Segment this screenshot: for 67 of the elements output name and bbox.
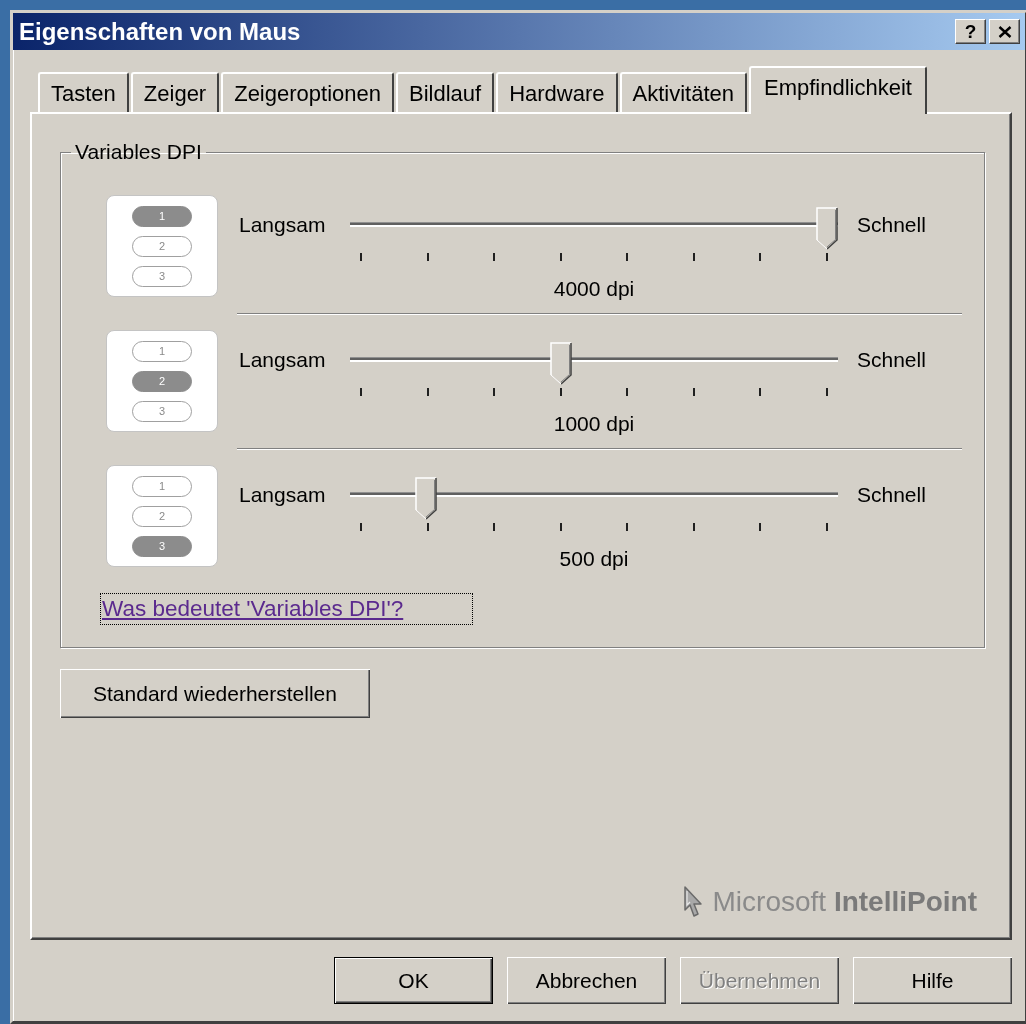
tick-mark — [559, 523, 562, 531]
slider-thumb[interactable] — [550, 342, 573, 385]
help-button[interactable]: ? — [955, 19, 986, 44]
slider-track[interactable] — [350, 342, 838, 385]
slider-max-label: Schnell — [856, 482, 927, 508]
tick-mark — [759, 523, 762, 531]
restore-defaults-button[interactable]: Standard wiederherstellen — [60, 669, 370, 718]
dpi-value-label: 500 dpi — [559, 547, 629, 571]
tab[interactable]: Tasten — [38, 72, 129, 112]
logo-text: Microsoft IntelliPoint — [712, 886, 977, 918]
dialog-button[interactable]: OK — [334, 957, 493, 1004]
dpi-indicator: 1 — [132, 206, 192, 227]
slider-track[interactable] — [350, 477, 838, 520]
dpi-value-label: 1000 dpi — [553, 412, 635, 436]
slider-min-label: Langsam — [238, 482, 327, 508]
slider-thumb[interactable] — [816, 207, 838, 250]
slider-track[interactable] — [350, 207, 838, 250]
tab[interactable]: Empfindlichkeit — [749, 66, 927, 114]
close-button[interactable] — [989, 19, 1020, 44]
tick-mark — [759, 388, 762, 396]
tick-mark — [360, 523, 362, 531]
dpi-indicator: 2 — [132, 371, 192, 392]
dpi-indicator: 2 — [132, 236, 192, 257]
dpi-indicator: 3 — [132, 401, 192, 422]
help-link[interactable]: Was bedeutet 'Variables DPI'? — [100, 593, 473, 625]
window-title: Eigenschaften von Maus — [19, 17, 301, 46]
tick-mark — [360, 253, 362, 261]
slider-thumb[interactable] — [415, 477, 438, 520]
tick-mark — [360, 388, 362, 396]
dialog-button[interactable]: Hilfe — [853, 957, 1012, 1004]
tick-mark — [426, 523, 429, 531]
dpi-indicator: 3 — [132, 536, 192, 557]
slider-max-label: Schnell — [856, 347, 927, 373]
tick-mark — [692, 388, 695, 396]
slider-max-label: Schnell — [856, 212, 927, 238]
tick-mark — [626, 388, 629, 396]
dialog-button[interactable]: Abbrechen — [507, 957, 666, 1004]
dpi-indicator: 1 — [132, 476, 192, 497]
tick-mark — [426, 253, 429, 261]
dpi-indicator: 2 — [132, 506, 192, 527]
tick-mark — [825, 253, 828, 261]
tick-mark — [825, 523, 828, 531]
dpi-indicator: 3 — [132, 266, 192, 287]
tick-mark — [626, 253, 629, 261]
tick-mark — [426, 388, 429, 396]
tab[interactable]: Zeiger — [130, 72, 220, 112]
slider-min-label: Langsam — [238, 212, 327, 238]
tab[interactable]: Aktivitäten — [619, 72, 747, 112]
dpi-value-label: 4000 dpi — [553, 277, 635, 301]
tab[interactable]: Bildlauf — [395, 72, 495, 112]
tick-mark — [559, 253, 562, 261]
tick-mark — [692, 253, 695, 261]
pointer-icon — [682, 886, 703, 918]
tick-mark — [493, 253, 496, 261]
tick-mark — [559, 388, 562, 396]
tick-mark — [759, 253, 762, 261]
tab[interactable]: Hardware — [496, 72, 618, 112]
close-icon — [997, 25, 1012, 38]
dpi-indicator: 1 — [132, 341, 192, 362]
tick-mark — [493, 523, 496, 531]
tick-mark — [626, 523, 629, 531]
group-title: Variables DPI — [74, 141, 203, 163]
tab[interactable]: Zeigeroptionen — [221, 72, 394, 112]
tick-mark — [825, 388, 828, 396]
tick-mark — [692, 523, 695, 531]
tick-mark — [493, 388, 496, 396]
slider-min-label: Langsam — [238, 347, 327, 373]
